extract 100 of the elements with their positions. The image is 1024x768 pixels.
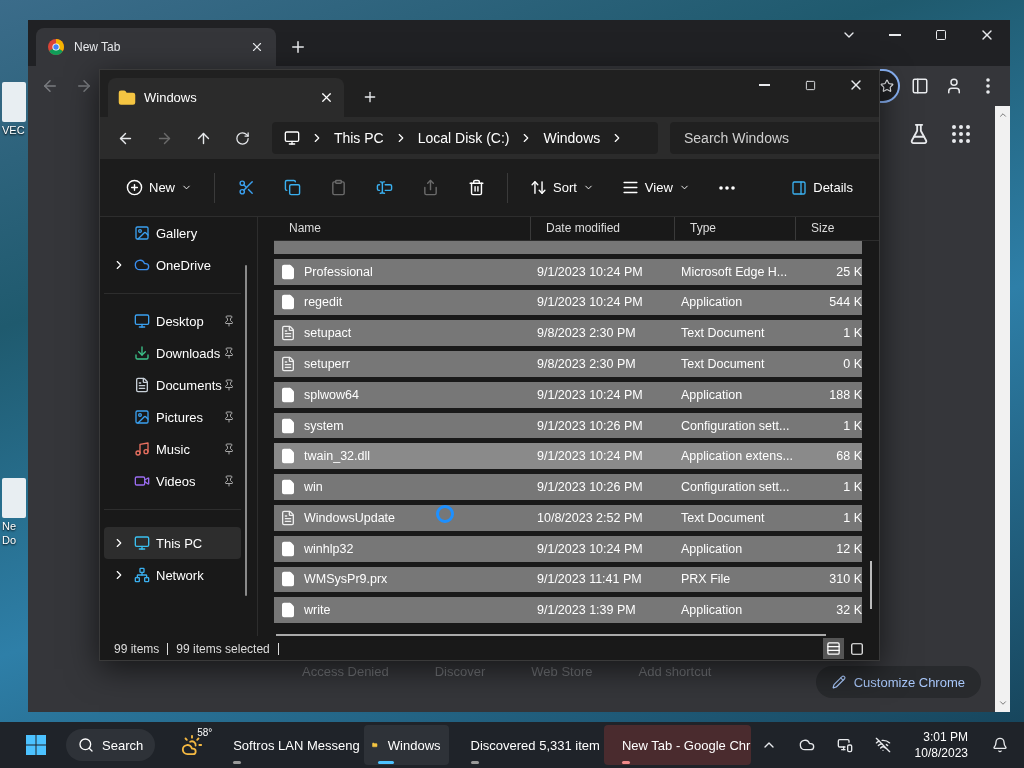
details-view-button[interactable]	[823, 638, 844, 659]
file-icon	[280, 571, 296, 588]
network-icon	[134, 567, 150, 583]
pin-icon	[223, 443, 235, 455]
monitor-icon	[134, 535, 150, 551]
wifi-off-icon	[874, 737, 891, 753]
pin-icon	[223, 379, 235, 391]
desktop-icon-label: Do	[2, 534, 17, 546]
desktop-icon-label: VEC	[2, 124, 25, 136]
more-icon	[718, 185, 735, 190]
busy-cursor-icon	[436, 505, 454, 523]
flask-icon	[908, 123, 930, 145]
file-row[interactable]: system 9/1/2023 10:26 PM Configuration sett... 1 K	[274, 412, 862, 439]
file-row[interactable]: Professional 9/1/2023 10:24 PM Microsoft Edge H... 25 K	[274, 258, 862, 285]
selection-count: 99 items selected	[176, 641, 270, 656]
nav-item[interactable]: Videos	[104, 465, 241, 497]
file-icon	[280, 263, 296, 280]
column-header[interactable]: Type	[674, 217, 795, 240]
nav-item[interactable]: Documents	[104, 369, 241, 401]
plus-circle-icon	[126, 179, 143, 196]
share-icon	[421, 179, 439, 196]
bell-icon	[992, 737, 1008, 753]
file-row[interactable]: winhlp32 9/1/2023 10:24 PM Application 12 K	[274, 535, 862, 562]
temperature: 58°	[197, 727, 213, 738]
search-button[interactable]: Search	[66, 729, 156, 761]
list-icon	[826, 641, 841, 656]
customize-chrome-button[interactable]: Customize Chrome	[815, 666, 981, 698]
cloud-icon	[798, 737, 815, 753]
close-icon	[319, 90, 334, 105]
maximize-icon	[804, 79, 816, 91]
nav-item[interactable]: Downloads	[104, 337, 241, 369]
sort-icon	[530, 179, 547, 196]
side-panel-icon	[911, 77, 929, 95]
picture-icon	[134, 409, 150, 425]
video-icon	[134, 473, 150, 489]
file-icon	[280, 479, 296, 496]
chrome-logo-icon	[48, 39, 64, 55]
nav-item[interactable]: Pictures	[104, 401, 241, 433]
breadcrumb-item[interactable]: Windows	[543, 130, 601, 146]
text-file-icon	[280, 355, 296, 372]
view-lines-icon	[621, 179, 639, 196]
menu-button[interactable]: View	[613, 170, 698, 205]
file-row[interactable]: setupact 9/8/2023 2:30 PM Text Document 1 K	[274, 320, 862, 347]
cloud-icon	[134, 257, 150, 273]
explorer-tab[interactable]: Windows	[108, 78, 344, 117]
nav-item[interactable]: Network	[104, 559, 241, 591]
details-button[interactable]: Details	[783, 170, 861, 205]
maximize-icon	[935, 29, 947, 41]
file-row[interactable]: regedit 9/1/2023 10:24 PM Application 544 K	[274, 289, 862, 316]
nav-item[interactable]: Desktop	[104, 305, 241, 337]
file-row[interactable]: setuperr 9/8/2023 2:30 PM Text Document 0 K	[274, 351, 862, 377]
taskbar-app[interactable]: Softros LAN Messeng	[215, 725, 361, 765]
file-row[interactable]: WMSysPr9.prx 9/1/2023 11:41 PM PRX File 310 K	[274, 566, 862, 593]
monitor-icon	[134, 313, 150, 329]
breadcrumb-item[interactable]: This PC	[333, 130, 384, 146]
person-icon	[945, 77, 963, 95]
file-row[interactable]: win 9/1/2023 10:26 PM Configuration sett... 1 K	[274, 474, 862, 500]
text-file-icon	[280, 325, 296, 342]
copy-icon	[283, 179, 301, 196]
nav-item[interactable]: This PC	[104, 527, 241, 559]
address-bar[interactable]: This PC Local Disk (C:) Windows	[271, 122, 658, 154]
pin-icon	[223, 475, 235, 487]
nav-item[interactable]: OneDrive	[104, 249, 241, 281]
plus-icon	[289, 38, 307, 56]
file-icon	[280, 294, 296, 311]
text-file-icon	[280, 509, 296, 526]
file-icon	[280, 540, 296, 557]
breadcrumb-item[interactable]: Local Disk (C:)	[417, 130, 510, 146]
pin-icon	[223, 411, 235, 423]
clock[interactable]: 3:01 PM 10/8/2023	[914, 729, 968, 761]
nav-item[interactable]: Gallery	[104, 217, 241, 249]
file-row[interactable]: splwow64 9/1/2023 10:24 PM Application 188 K	[274, 381, 862, 408]
refresh-icon	[234, 130, 250, 146]
music-icon	[134, 441, 150, 457]
more-icon	[986, 78, 990, 94]
column-header[interactable]: Name	[274, 217, 530, 240]
weather-button[interactable]: 58°	[173, 725, 212, 765]
search-field[interactable]: Search Windows	[670, 122, 879, 154]
weather-icon	[181, 734, 204, 756]
menu-button[interactable]: Sort	[522, 170, 602, 205]
menu-button[interactable]: New	[118, 170, 200, 205]
plus-icon	[362, 89, 378, 105]
scrollbar	[870, 561, 872, 609]
square-icon	[849, 641, 864, 656]
document-icon	[134, 377, 150, 393]
apps-grid-icon	[952, 125, 970, 143]
taskbar-app[interactable]: Discovered 5,331 item	[452, 725, 600, 765]
column-header[interactable]: Date modified	[530, 217, 674, 240]
nav-item[interactable]: Music	[104, 433, 241, 465]
star-icon	[880, 79, 894, 93]
browser-tab[interactable]: New Tab	[36, 28, 276, 66]
taskbar-app[interactable]: New Tab - Google Chr	[603, 725, 751, 765]
column-header[interactable]: Size	[795, 217, 879, 240]
scroll-up-icon	[997, 110, 1008, 120]
file-icon	[280, 417, 296, 434]
taskbar-app[interactable]: Windows	[364, 725, 449, 765]
file-row[interactable]: write 9/1/2023 1:39 PM Application 32 K	[274, 597, 862, 623]
file-row[interactable]: WindowsUpdate 10/8/2023 2:52 PM Text Document 1 K	[274, 504, 862, 531]
shortcut-tile	[2, 82, 26, 122]
pin-icon	[223, 347, 235, 359]
